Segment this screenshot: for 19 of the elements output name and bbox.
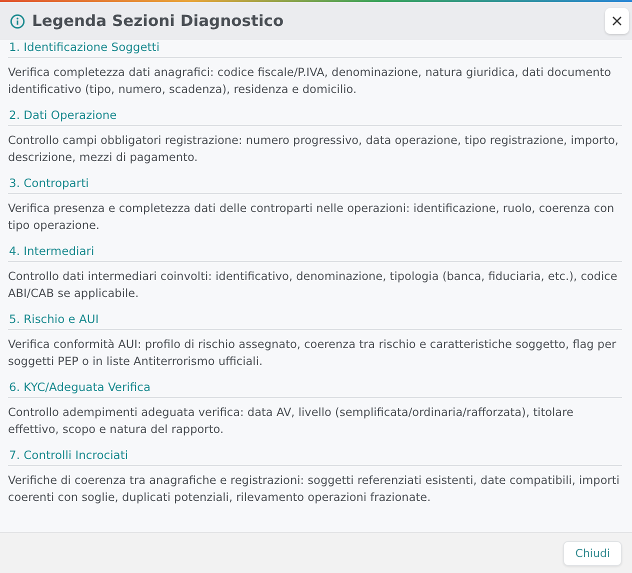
close-button[interactable] [605, 8, 629, 34]
section-heading: 2. Dati Operazione [8, 108, 622, 126]
section-description: Controllo dati intermediari coinvolti: identificativo, denominazione, tipologia (banca, fiduciaria, etc.), codice ABI/CAB se applicabile. [8, 269, 618, 302]
section-heading: 1. Identificazione Soggetti [8, 40, 622, 58]
section-description: Verifica presenza e completezza dati delle controparti nelle operazioni: identificazione, ruolo, coerenza con tipo operazione. [8, 201, 616, 234]
section-description: Verifica completezza dati anagrafici: codice fiscale/P.IVA, denominazione, natura giuridica, dati documento identificativo (tipo, numero, scadenza), residenza e domicilio. [8, 65, 612, 98]
section-heading: 6. KYC/Adeguata Verifica [8, 380, 622, 398]
close-icon [612, 16, 622, 26]
section-description: Controllo campi obbligatori registrazione: numero progressivo, data operazione, tipo registrazione, importo, descrizione, mezzi di pagamento. [8, 133, 620, 166]
section-heading: 4. Intermediari [8, 244, 622, 262]
section-description: Controllo adempimenti adeguata verifica: data AV, livello (semplificata/ordinaria/rafforzata), titolare effettivo, scopo e natura del rapporto. [8, 405, 574, 438]
section-description: Verifiche di coerenza tra anagrafiche e registrazioni: soggetti referenziati esistenti, date compatibili, importi coerenti con soglie, duplicati potenziali, rilevamento operazioni frazionate. [8, 473, 620, 506]
dialog-title: Legenda Sezioni Diagnostico [32, 12, 284, 30]
section-heading: 7. Controlli Incrociati [8, 448, 622, 466]
section-heading: 5. Rischio e AUI [8, 312, 622, 330]
info-icon [10, 14, 25, 28]
section-heading: 3. Controparti [8, 176, 622, 194]
section-description: Verifica conformità AUI: profilo di rischio assegnato, coerenza tra rischio e caratteristiche soggetto, flag per soggetti PEP o in liste Antiterrorismo ufficiali. [8, 337, 618, 370]
close-dialog-button[interactable]: Chiudi [563, 540, 622, 566]
